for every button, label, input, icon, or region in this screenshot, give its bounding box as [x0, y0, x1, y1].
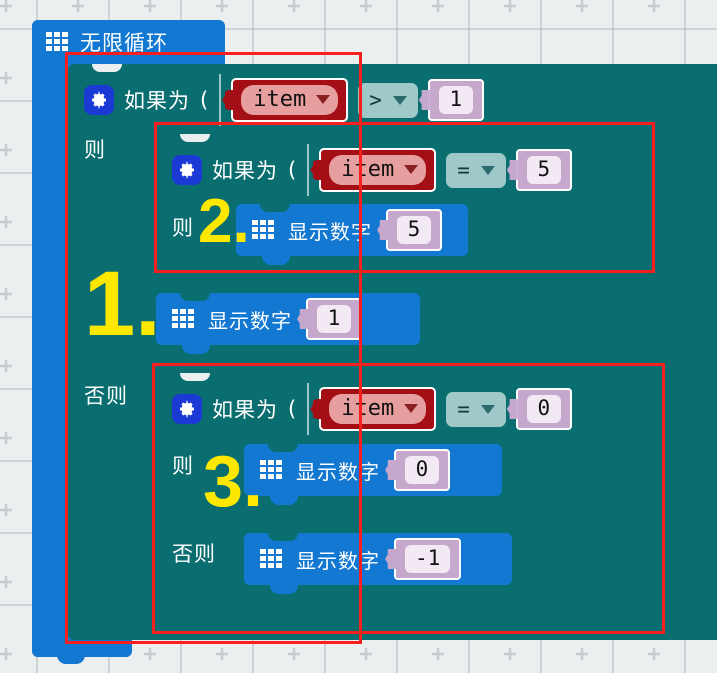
led-grid-icon	[172, 309, 194, 329]
chevron-down-icon[interactable]	[404, 403, 419, 413]
show-n1-label: 显示数字	[296, 548, 380, 573]
number-show-5-value: 5	[397, 215, 431, 245]
show-number-block-minus-1[interactable]: 显示数字 -1	[244, 533, 512, 594]
number-block-show-1[interactable]: 1	[306, 297, 362, 341]
number-block-3[interactable]: 0	[515, 387, 572, 431]
if-2-header-row: 如果为 ( item = 5	[172, 144, 572, 196]
if-1-then-label: 则	[84, 138, 106, 162]
number-block-2[interactable]: 5	[515, 148, 572, 192]
if-2-paren-bar	[307, 144, 310, 196]
chevron-down-icon[interactable]	[404, 164, 419, 174]
led-grid-icon	[252, 220, 274, 240]
led-grid-icon	[260, 549, 282, 569]
if-3-top-notch	[180, 373, 210, 381]
show-1-top-notch	[180, 293, 210, 301]
if-3-paren-bar	[307, 383, 310, 435]
show-number-block-5[interactable]: 显示数字 5	[236, 204, 468, 265]
number-1-value: 1	[438, 85, 473, 115]
number-show-n1-value: -1	[405, 544, 451, 574]
chevron-down-icon[interactable]	[392, 95, 407, 105]
led-grid-icon	[260, 460, 282, 480]
number-3-value: 0	[526, 394, 561, 424]
block-editor-canvas[interactable]: 无限循环 如果为 ( item > 1 则 否则 如果为 (item = 5 …	[0, 0, 717, 673]
operator-dropdown-3[interactable]: =	[446, 391, 506, 427]
if-1-paren-bar	[219, 74, 222, 126]
number-show-0-value: 0	[405, 455, 439, 485]
show-1-label: 显示数字	[208, 308, 292, 333]
led-grid-icon	[46, 32, 68, 52]
show-n1-top-notch	[268, 533, 298, 541]
show-0-label: 显示数字	[296, 459, 380, 484]
if-3-paren: (	[288, 397, 298, 421]
operator-1-symbol: >	[369, 87, 382, 112]
variable-block-2[interactable]: item	[319, 147, 437, 193]
if-3-label: 如果为	[212, 398, 278, 422]
operator-3-symbol: =	[457, 396, 470, 421]
variable-3-name: item	[341, 395, 395, 421]
show-number-block-0[interactable]: 显示数字 0	[244, 444, 502, 505]
variable-block-3[interactable]: item	[319, 386, 437, 432]
chevron-down-icon[interactable]	[480, 165, 495, 175]
forever-loop-header[interactable]: 无限循环	[32, 20, 225, 64]
if-2-then-label: 则	[172, 216, 194, 240]
if-2-paren: (	[288, 158, 298, 182]
show-0-top-notch	[268, 444, 298, 452]
if-1-paren: (	[200, 88, 210, 112]
if-3-header-row: 如果为 ( item = 0	[172, 383, 572, 435]
show-5-label: 显示数字	[288, 219, 372, 244]
chevron-down-icon[interactable]	[480, 404, 495, 414]
if-2-top-notch	[180, 134, 210, 142]
variable-1-name: item	[253, 86, 307, 112]
loop-bottom-tab	[57, 655, 85, 664]
if-1-header-row: 如果为 ( item > 1	[84, 74, 484, 126]
if-3-then-label: 则	[172, 454, 194, 478]
operator-2-symbol: =	[457, 157, 470, 182]
if-2-label: 如果为	[212, 159, 278, 183]
number-block-1[interactable]: 1	[427, 78, 484, 122]
if-3-else-label: 否则	[172, 542, 216, 566]
gear-icon[interactable]	[172, 394, 202, 424]
variable-block-1[interactable]: item	[231, 77, 349, 123]
show-5-top-notch	[260, 204, 290, 212]
number-block-show-n1[interactable]: -1	[394, 537, 462, 581]
variable-2-name: item	[341, 156, 395, 182]
operator-dropdown-2[interactable]: =	[446, 152, 506, 188]
if-1-else-label: 否则	[84, 384, 128, 408]
gear-icon[interactable]	[84, 85, 114, 115]
gear-icon[interactable]	[172, 155, 202, 185]
show-number-block-1[interactable]: 显示数字 1	[156, 293, 420, 354]
operator-dropdown-1[interactable]: >	[358, 82, 418, 118]
forever-loop-label: 无限循环	[80, 31, 168, 55]
number-block-show-5[interactable]: 5	[386, 208, 442, 252]
number-2-value: 5	[526, 155, 561, 185]
number-block-show-0[interactable]: 0	[394, 448, 450, 492]
if-1-top-notch	[92, 64, 122, 72]
chevron-down-icon[interactable]	[316, 94, 331, 104]
if-1-label: 如果为	[124, 89, 190, 113]
number-show-1-value: 1	[317, 304, 351, 334]
